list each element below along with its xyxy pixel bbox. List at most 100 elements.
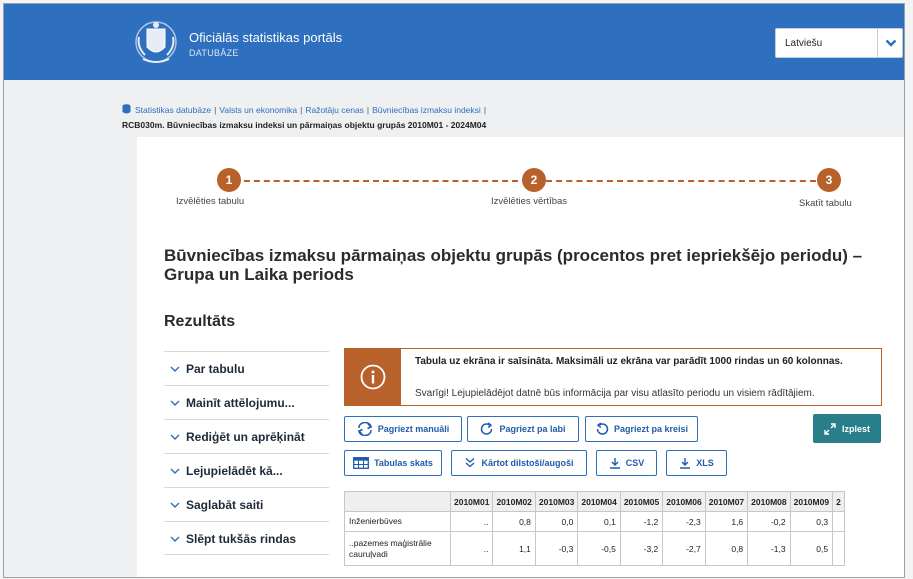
side-item-rediget-un-aprekinat[interactable]: Rediģēt un aprēķināt bbox=[164, 419, 329, 453]
table-cell: .. bbox=[449, 531, 494, 566]
expand-button[interactable]: Izplest bbox=[813, 414, 881, 443]
truncation-notice: Tabula uz ekrāna ir saīsināta. Maksimāli… bbox=[344, 348, 882, 406]
pivot-right-button[interactable]: Pagriezt pa labi bbox=[467, 416, 579, 442]
download-csv-button[interactable]: CSV bbox=[596, 450, 657, 476]
table-cell: -2,3 bbox=[662, 511, 706, 532]
side-item-label: Lejupielādēt kā... bbox=[186, 464, 283, 478]
column-header: 2010M01 bbox=[449, 491, 494, 512]
breadcrumb-razotaju-cenas[interactable]: Ražotāju cenas bbox=[305, 105, 364, 115]
step-2-label[interactable]: Izvēlēties vērtības bbox=[491, 196, 567, 207]
column-header: 2010M04 bbox=[577, 491, 621, 512]
column-header: 2010M08 bbox=[747, 491, 791, 512]
step-connector bbox=[546, 180, 816, 182]
table-cell bbox=[832, 511, 845, 532]
table-cell: 1,6 bbox=[704, 511, 749, 532]
pivot-left-button[interactable]: Pagriezt pa kreisi bbox=[585, 416, 698, 442]
column-header: 2010M05 bbox=[619, 491, 664, 512]
table-cell: -1,2 bbox=[619, 511, 664, 532]
breadcrumb-separator: | bbox=[483, 105, 487, 115]
language-select[interactable]: Latviešu bbox=[775, 28, 903, 58]
language-select-divider bbox=[877, 29, 878, 57]
table-cell: 0,8 bbox=[704, 531, 749, 566]
side-item-label: Mainīt attēlojumu... bbox=[186, 396, 295, 410]
step-2-circle[interactable]: 2 bbox=[522, 168, 546, 192]
browser-viewport: Oficiālās statistikas portāls DATUBĀZE L… bbox=[3, 3, 905, 578]
table-cell: 0,5 bbox=[789, 531, 834, 566]
column-header: 2010M07 bbox=[704, 491, 749, 512]
pivot-manual-button[interactable]: Pagriezt manuāli bbox=[344, 416, 462, 442]
side-item-label: Saglabāt saiti bbox=[186, 498, 264, 512]
breadcrumb-buvniecibas-izmaksu-indeksi[interactable]: Būvniecības izmaksu indeksi bbox=[372, 105, 481, 115]
table-corner-cell bbox=[344, 491, 451, 512]
side-item-label: Slēpt tukšās rindas bbox=[186, 532, 297, 546]
step-connector bbox=[234, 180, 518, 182]
breadcrumb-statistikas-datubaze[interactable]: Statistikas datubāze bbox=[135, 105, 211, 115]
column-header: 2010M06 bbox=[662, 491, 706, 512]
notice-text: Svarīgi! Lejupielādējot datnē būs inform… bbox=[415, 388, 815, 399]
download-icon bbox=[680, 458, 691, 469]
download-xls-button[interactable]: XLS bbox=[666, 450, 727, 476]
table-cell: -0,2 bbox=[747, 511, 791, 532]
side-item-label: Par tabulu bbox=[186, 362, 245, 376]
breadcrumb-separator: | bbox=[214, 105, 217, 115]
step-1-label[interactable]: Izvēlēties tabulu bbox=[176, 196, 244, 207]
step-3-label: Skatīt tabulu bbox=[799, 198, 852, 209]
double-chevron-down-icon bbox=[466, 457, 475, 468]
step-3-circle: 3 bbox=[817, 168, 841, 192]
table-cell: 1,1 bbox=[492, 531, 536, 566]
chevron-down-icon[interactable] bbox=[885, 37, 897, 49]
side-item-slept-tuksas-rindas[interactable]: Slēpt tukšās rindas bbox=[164, 521, 329, 555]
side-item-saglabat-saiti[interactable]: Saglabāt saiti bbox=[164, 487, 329, 521]
table-id-title: RCB030m. Būvniecības izmaksu indeksi un … bbox=[122, 120, 487, 130]
expand-arrows-icon bbox=[824, 422, 836, 435]
row-label: ..pazemes maģistrālie cauruļvadi bbox=[344, 531, 451, 566]
table-cell: -0,5 bbox=[577, 531, 621, 566]
portal-subtitle: DATUBĀZE bbox=[189, 48, 239, 58]
notice-heading: Tabula uz ekrāna ir saīsināta. Maksimāli… bbox=[415, 356, 843, 367]
table-icon bbox=[353, 457, 370, 469]
table-cell: 0,8 bbox=[492, 511, 536, 532]
page-title: Būvniecības izmaksu pārmaiņas objektu gr… bbox=[164, 246, 863, 284]
rotate-counterclockwise-icon bbox=[596, 422, 609, 435]
data-table-container[interactable]: 2010M01 2010M02 2010M03 2010M04 2010M05 … bbox=[344, 491, 882, 577]
breadcrumb-valsts-un-ekonomika[interactable]: Valsts un ekonomika bbox=[219, 105, 297, 115]
table-cell: 0,3 bbox=[789, 511, 834, 532]
column-header: 2010M09 bbox=[789, 491, 834, 512]
table-header-row: 2010M01 2010M02 2010M03 2010M04 2010M05 … bbox=[344, 491, 845, 512]
table-cell: 0,0 bbox=[534, 511, 579, 532]
column-header: 2010M02 bbox=[492, 491, 536, 512]
table-view-button[interactable]: Tabulas skats bbox=[344, 450, 442, 476]
portal-title[interactable]: Oficiālās statistikas portāls bbox=[189, 30, 342, 45]
pivot-left-label: Pagriezt pa kreisi bbox=[613, 424, 689, 434]
download-csv-label: CSV bbox=[625, 458, 645, 468]
chevron-down-icon bbox=[170, 502, 180, 508]
table-view-label: Tabulas skats bbox=[374, 458, 433, 468]
side-menu: Par tabulu Mainīt attēlojumu... Rediģēt … bbox=[164, 351, 329, 555]
site-header: Oficiālās statistikas portāls DATUBĀZE L… bbox=[4, 4, 904, 80]
chevron-down-icon bbox=[170, 366, 180, 372]
table-row: Inženierbūves .. 0,8 0,0 0,1 -1,2 -2,3 1… bbox=[344, 511, 845, 532]
step-1-circle[interactable]: 1 bbox=[217, 168, 241, 192]
database-icon bbox=[122, 104, 131, 114]
chevron-down-icon bbox=[170, 400, 180, 406]
rotate-clockwise-icon bbox=[481, 422, 493, 435]
download-xls-label: XLS bbox=[696, 458, 714, 468]
row-label: Inženierbūves bbox=[344, 511, 451, 532]
pivot-manual-label: Pagriezt manuāli bbox=[377, 424, 450, 434]
table-cell bbox=[832, 531, 845, 566]
column-header: 2010M03 bbox=[534, 491, 579, 512]
side-item-label: Rediģēt un aprēķināt bbox=[186, 430, 305, 444]
rotate-icon bbox=[357, 422, 373, 436]
download-icon bbox=[609, 458, 620, 469]
side-item-mainit-attelojumu[interactable]: Mainīt attēlojumu... bbox=[164, 385, 329, 419]
notice-icon-area bbox=[345, 349, 401, 405]
pivot-right-label: Pagriezt pa labi bbox=[499, 424, 566, 434]
coat-of-arms-logo[interactable] bbox=[133, 17, 179, 65]
breadcrumb-separator: | bbox=[300, 105, 303, 115]
chevron-down-icon bbox=[170, 468, 180, 474]
info-icon bbox=[360, 364, 386, 390]
side-item-lejupieladet-ka[interactable]: Lejupielādēt kā... bbox=[164, 453, 329, 487]
side-item-par-tabulu[interactable]: Par tabulu bbox=[164, 351, 329, 385]
sort-button[interactable]: Kārtot dilstoši/augoši bbox=[451, 450, 587, 476]
table-cell: -0,3 bbox=[534, 531, 579, 566]
